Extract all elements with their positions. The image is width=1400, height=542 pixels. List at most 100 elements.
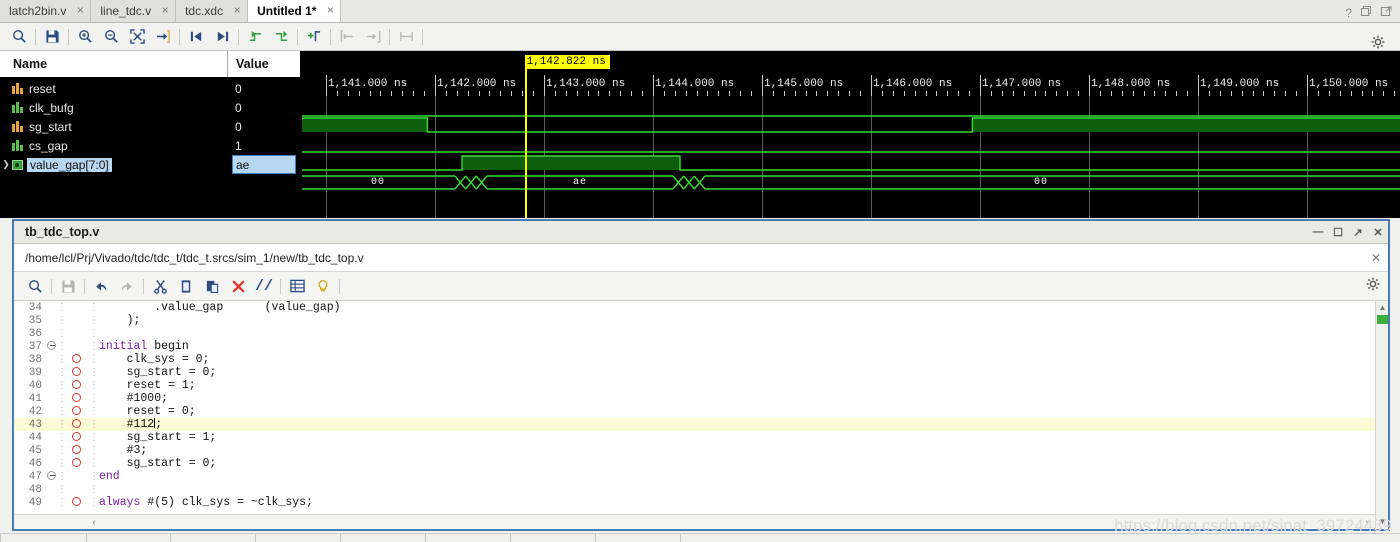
go-to-start-icon[interactable] <box>183 26 209 48</box>
code-fold-icon[interactable] <box>46 340 57 352</box>
zoom-in-icon[interactable] <box>72 26 98 48</box>
code-line[interactable]: 37 ⋮ ⋮ initial begin <box>14 340 1388 353</box>
indent-icon[interactable] <box>284 275 310 297</box>
toolbar-separator <box>238 28 239 45</box>
code-line[interactable]: 44 ⋮ ⋮ sg_start = 1; <box>14 431 1388 444</box>
code-line[interactable]: 38 ⋮ ⋮ clk_sys = 0; <box>14 353 1388 366</box>
hint-icon[interactable] <box>310 275 336 297</box>
minimize-icon[interactable]: — <box>1308 226 1328 238</box>
code-line[interactable]: 47 ⋮ ⋮ end <box>14 470 1388 483</box>
time-ruler[interactable]: 1,141.000 ns 1,142.000 ns 1,143.000 ns 1,14… <box>302 51 1400 96</box>
ruler-major-tick <box>870 75 872 96</box>
close-icon[interactable]: × <box>323 3 337 18</box>
code-line[interactable]: 36 ⋮ ⋮ <box>14 327 1388 340</box>
editor-vertical-scrollbar[interactable]: ▲ ▼ <box>1375 301 1388 528</box>
tab-untitled-1[interactable]: Untitled 1* × <box>248 0 342 22</box>
find-icon[interactable] <box>22 275 48 297</box>
code-line[interactable]: 40 ⋮ ⋮ reset = 1; <box>14 379 1388 392</box>
cut-icon[interactable] <box>147 275 173 297</box>
zoom-to-cursor-icon[interactable] <box>150 26 176 48</box>
tab-label: tdc.xdc <box>185 3 224 18</box>
signal-name-label: sg_start <box>29 119 72 134</box>
scroll-right-icon[interactable]: › <box>1359 517 1375 527</box>
detach-window-icon[interactable] <box>1381 6 1392 20</box>
zoom-out-icon[interactable] <box>98 26 124 48</box>
editor-settings-gear-icon[interactable] <box>1366 277 1380 296</box>
comment-icon[interactable]: // <box>251 275 277 297</box>
go-to-end-icon[interactable] <box>209 26 235 48</box>
breakpoint-icon[interactable] <box>63 496 89 509</box>
code-line[interactable]: 39 ⋮ ⋮ sg_start = 0; <box>14 366 1388 379</box>
close-icon[interactable]: × <box>158 3 172 18</box>
code-line[interactable]: 34 ⋮ ⋮ .value_gap (value_gap) <box>14 301 1388 314</box>
tab-line-tdc[interactable]: line_tdc.v × <box>91 0 177 22</box>
cursor-line[interactable] <box>524 96 527 218</box>
breakpoint-icon[interactable] <box>63 457 89 470</box>
editor-horizontal-scrollbar[interactable]: ‹ › <box>14 514 1375 528</box>
tab-tdc-xdc[interactable]: tdc.xdc × <box>176 0 249 22</box>
breakpoint-icon[interactable] <box>63 392 89 405</box>
add-marker-icon[interactable] <box>301 26 327 48</box>
expand-arrow-icon[interactable]: ❯ <box>0 159 12 170</box>
previous-transition-icon[interactable] <box>242 26 268 48</box>
scroll-up-icon[interactable]: ▲ <box>1376 301 1388 314</box>
vertical-scroll-thumb[interactable] <box>1377 315 1388 324</box>
paste-icon[interactable] <box>199 275 225 297</box>
ruler-major-tick <box>1307 75 1308 96</box>
code-text: sg_start = 0; <box>99 457 217 470</box>
indent-guide: ⋮ <box>89 445 99 457</box>
breakpoint-icon[interactable] <box>63 418 89 431</box>
code-line[interactable]: 45 ⋮ ⋮ #3; <box>14 444 1388 457</box>
tab-latch2bin[interactable]: latch2bin.v × <box>0 0 92 22</box>
code-fold-icon[interactable] <box>46 470 57 482</box>
strip-tick <box>510 534 511 542</box>
code-editor-area[interactable]: 34 ⋮ ⋮ .value_gap (value_gap) 35 ⋮ ⋮ ); 36 ⋮ ⋮ 37… <box>14 301 1388 528</box>
code-text: #112; <box>99 418 163 431</box>
close-icon[interactable]: × <box>230 3 244 18</box>
ruler-tick-label: 1,147.000 ns <box>982 78 1062 90</box>
breakpoint-icon[interactable] <box>63 431 89 444</box>
maximize-icon[interactable]: ☐ <box>1328 226 1348 239</box>
breakpoint-icon[interactable] <box>63 444 89 457</box>
breakpoint-icon[interactable] <box>63 379 89 392</box>
waveform-canvas[interactable]: 00 ae 00 <box>302 96 1400 218</box>
code-line[interactable]: 43 ⋮ ⋮ #112; <box>14 418 1388 431</box>
code-line[interactable]: 49 ⋮ ⋮ always #(5) clk_sys = ~clk_sys; <box>14 496 1388 509</box>
undo-icon[interactable] <box>88 275 114 297</box>
code-text: ); <box>99 314 141 327</box>
breakpoint-icon[interactable] <box>63 353 89 366</box>
close-window-icon[interactable]: ✕ <box>1368 226 1388 239</box>
zoom-fit-icon[interactable] <box>124 26 150 48</box>
copy-icon[interactable] <box>173 275 199 297</box>
code-line[interactable]: 48 ⋮ ⋮ <box>14 483 1388 496</box>
scroll-left-icon[interactable]: ‹ <box>86 517 102 527</box>
cursor-line[interactable] <box>524 67 527 96</box>
code-line[interactable]: 42 ⋮ ⋮ reset = 0; <box>14 405 1388 418</box>
float-window-icon[interactable]: ↗ <box>1348 226 1368 239</box>
signal-row[interactable]: ❯ value_gap[7:0] ae <box>0 155 300 174</box>
bottom-status-strip <box>0 533 1400 542</box>
save-icon[interactable] <box>39 26 65 48</box>
search-icon[interactable] <box>6 26 32 48</box>
code-line[interactable]: 46 ⋮ ⋮ sg_start = 0; <box>14 457 1388 470</box>
delete-icon[interactable] <box>225 275 251 297</box>
code-line[interactable]: 41 ⋮ ⋮ #1000; <box>14 392 1388 405</box>
ruler-tick-label: 1,148.000 ns <box>1091 78 1171 90</box>
clock-icon-green <box>12 101 25 114</box>
breakpoint-icon[interactable] <box>63 366 89 379</box>
code-text: #1000; <box>99 392 169 405</box>
signal-row[interactable]: reset 0 <box>0 79 300 98</box>
help-icon[interactable]: ? <box>1345 6 1352 20</box>
code-line[interactable]: 35 ⋮ ⋮ ); <box>14 314 1388 327</box>
close-file-icon[interactable]: ✕ <box>1364 251 1388 265</box>
next-transition-icon[interactable] <box>268 26 294 48</box>
scroll-down-icon[interactable]: ▼ <box>1376 515 1388 528</box>
signal-row[interactable]: sg_start 0 <box>0 117 300 136</box>
editor-toolbar-separator <box>84 278 85 294</box>
indent-guide: ⋮ <box>89 341 99 353</box>
signal-row[interactable]: cs_gap 1 <box>0 136 300 155</box>
close-icon[interactable]: × <box>73 3 87 18</box>
restore-window-icon[interactable] <box>1361 6 1372 20</box>
breakpoint-icon[interactable] <box>63 405 89 418</box>
signal-row[interactable]: clk_bufg 0 <box>0 98 300 117</box>
